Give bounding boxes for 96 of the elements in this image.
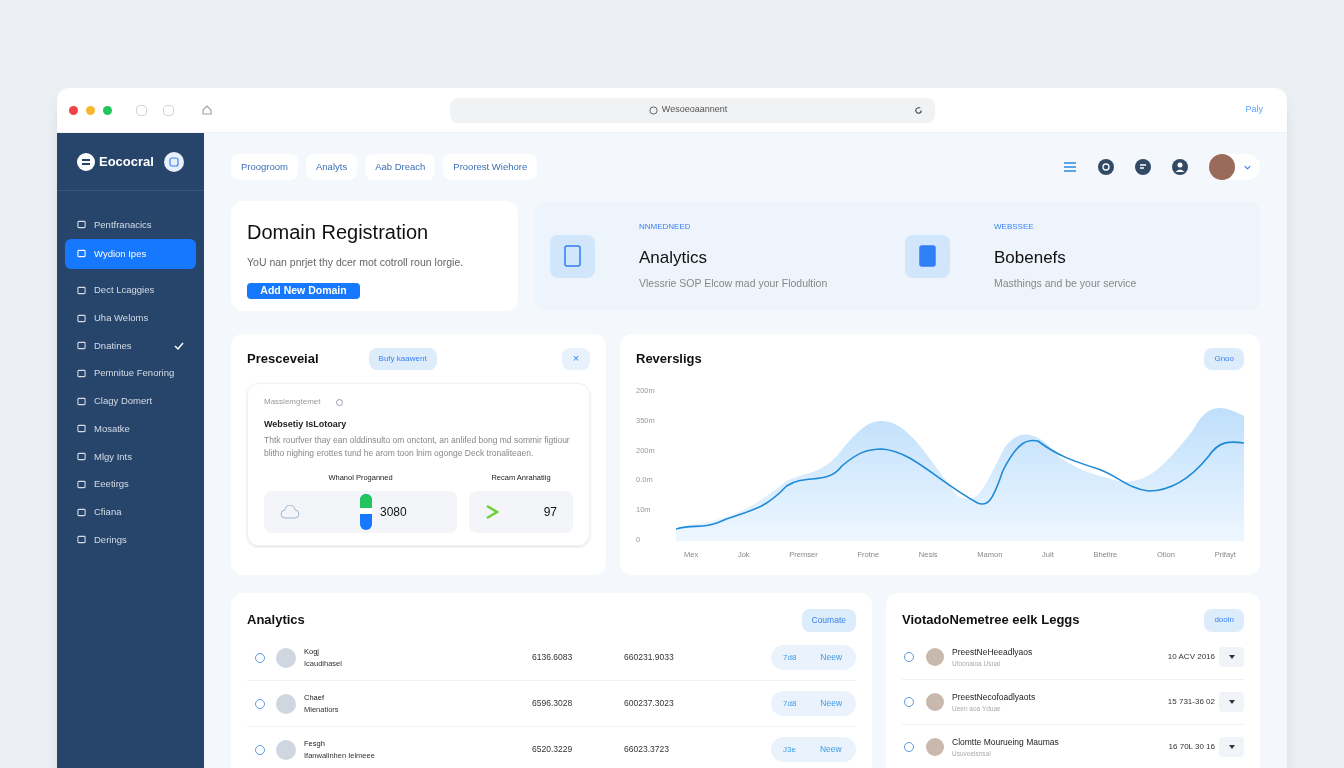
avatar — [276, 739, 296, 760]
feature-text: Masthings and be your service — [994, 276, 1137, 292]
sidebar-item[interactable]: Wydion Ipes — [65, 238, 196, 269]
row-name: Clomtte Mourueing Maumas — [952, 735, 1059, 749]
menu-item-icon — [77, 396, 86, 406]
card-label: Masslemgtemet — [264, 396, 321, 409]
dropdown-button[interactable] — [1219, 692, 1244, 713]
table-cell-text: 600237.3023 — [624, 697, 675, 710]
profile-menu[interactable] — [1209, 154, 1260, 181]
avatar — [926, 738, 944, 757]
status-pill[interactable]: Bufy kaawent — [368, 347, 437, 370]
sidebar-item[interactable]: Mlgy Ints — [65, 442, 196, 471]
address-bar[interactable]: Wesoeoaannent — [450, 97, 935, 123]
menu-item-icon — [77, 452, 86, 462]
hero-text: YoU nan pnrjet thy dcer mot cotroll roun lorgie. — [247, 255, 465, 271]
avatar — [1209, 154, 1235, 181]
card-heading: Websetiy IsLotoary — [264, 418, 348, 432]
user-icon[interactable] — [1172, 159, 1188, 176]
address-text: Wesoeoaannent — [661, 103, 728, 117]
sidebar-item[interactable]: Mosatke — [65, 415, 196, 443]
capsule-icon — [360, 494, 372, 530]
row-name: PreestNecofoadlyaots — [952, 690, 1036, 704]
hero-title: Domain Registration — [247, 220, 430, 246]
menu-item-icon — [77, 424, 86, 434]
panel-title: Presceveial — [247, 350, 319, 368]
avatar — [926, 648, 944, 667]
feature-eyebrow: NNMEDNEED — [639, 220, 692, 233]
menu-item-icon — [77, 535, 86, 545]
home-icon[interactable] — [202, 105, 212, 115]
feature-eyebrow: WEBSSEE — [994, 220, 1035, 233]
sidebar-item[interactable]: Clagy Domert — [65, 387, 196, 416]
avatar — [926, 693, 944, 712]
brand-name: Eococral — [99, 152, 154, 171]
panel-button[interactable]: dooln — [1204, 608, 1244, 632]
sidebar-item[interactable]: Dect Lcaggies — [65, 276, 196, 305]
cloud-icon — [280, 505, 300, 519]
stat-value: 97 — [543, 504, 557, 521]
top-tab[interactable]: Analyts — [306, 154, 358, 181]
menu-item-icon — [77, 507, 86, 517]
badge-icon[interactable] — [164, 151, 184, 172]
panel-title: Reversligs — [636, 350, 702, 368]
table-cell-text: 6596.3028 — [532, 697, 574, 710]
row-action-link[interactable]: Neew — [819, 743, 842, 756]
menu-item-icon — [77, 286, 86, 296]
feature-title: Bobenefs — [994, 246, 1067, 269]
table-cell: 7d8 — [783, 697, 797, 710]
panel-button[interactable]: Gnoo — [1204, 347, 1244, 370]
avatar — [276, 693, 296, 714]
logo-icon — [77, 152, 95, 171]
card-text: Thtk rourfver thay ean olddinsulto om onctont, an anlifed bong md sommir figtiour blitho nighing erottes tund he arom toon lnim ogonge Deck tronaliteaen. — [264, 433, 571, 460]
row-name: PreestNeHeeadlyaos — [952, 645, 1033, 659]
feature-title: Analytics — [639, 246, 709, 269]
panel-title: Analytics — [247, 611, 305, 630]
caret-down-icon — [1228, 655, 1235, 660]
info-icon — [648, 105, 658, 115]
caret-down-icon — [1228, 745, 1235, 750]
sidebar-item[interactable]: Pemnitue Fenoring — [65, 359, 196, 388]
top-tab[interactable]: Aab Dreach — [365, 154, 436, 181]
row-date: 15 731-36 02 — [1167, 696, 1215, 709]
menu-item-icon — [77, 220, 86, 230]
panel-button[interactable]: Coumate — [801, 608, 856, 632]
dropdown-button[interactable] — [1219, 737, 1244, 758]
top-tab[interactable]: Proorest Wiehore — [443, 154, 538, 181]
dropdown-button[interactable] — [1219, 647, 1244, 668]
panel-title: ViotadoNemetree eelk Leggs — [902, 611, 1080, 630]
table-cell-text: 6520.3229 — [532, 743, 574, 756]
menu-item-icon — [77, 249, 86, 259]
avatar — [276, 647, 296, 668]
caret-down-icon — [1228, 700, 1235, 705]
table-cell-text: 6136.6083 — [532, 651, 574, 664]
menu-item-icon — [77, 313, 86, 323]
add-domain-button[interactable]: Add New Domain — [247, 283, 360, 300]
feature-text: Vlessrie SOP Elcow mad your Flodultion — [639, 276, 828, 292]
menu-item-icon — [77, 369, 86, 379]
row-date: 10 ACV 2016 — [1167, 651, 1215, 664]
sidebar-item[interactable]: Pentfranacics — [65, 211, 196, 239]
table-cell: J3e — [783, 743, 796, 756]
document-icon — [550, 234, 595, 278]
chevron-right-icon — [485, 504, 499, 520]
top-tab[interactable]: Proogroom — [231, 154, 298, 181]
sidebar-item[interactable]: Cfiana — [65, 498, 196, 526]
sidebar-item[interactable]: Uha Weloms — [65, 304, 196, 333]
menu-item-icon — [77, 341, 86, 351]
close-button[interactable]: × — [562, 347, 590, 370]
chat-icon[interactable] — [1135, 159, 1151, 176]
sidebar-item[interactable]: Derings — [65, 525, 196, 554]
row-date: 16 70L 30 16 — [1168, 741, 1215, 754]
folder-icon — [905, 234, 950, 278]
sidebar-item[interactable]: Dnatines — [65, 332, 196, 360]
sidebar-item[interactable]: Eeetirgs — [65, 470, 196, 499]
reload-icon[interactable] — [914, 105, 923, 115]
table-cell-text: 66023.3723 — [624, 743, 670, 756]
table-cell-text: 660231.9033 — [624, 651, 675, 664]
menu-item-icon — [77, 479, 86, 489]
table-cell: 7d8 — [783, 651, 797, 664]
stat-value: 3080 — [380, 504, 407, 521]
